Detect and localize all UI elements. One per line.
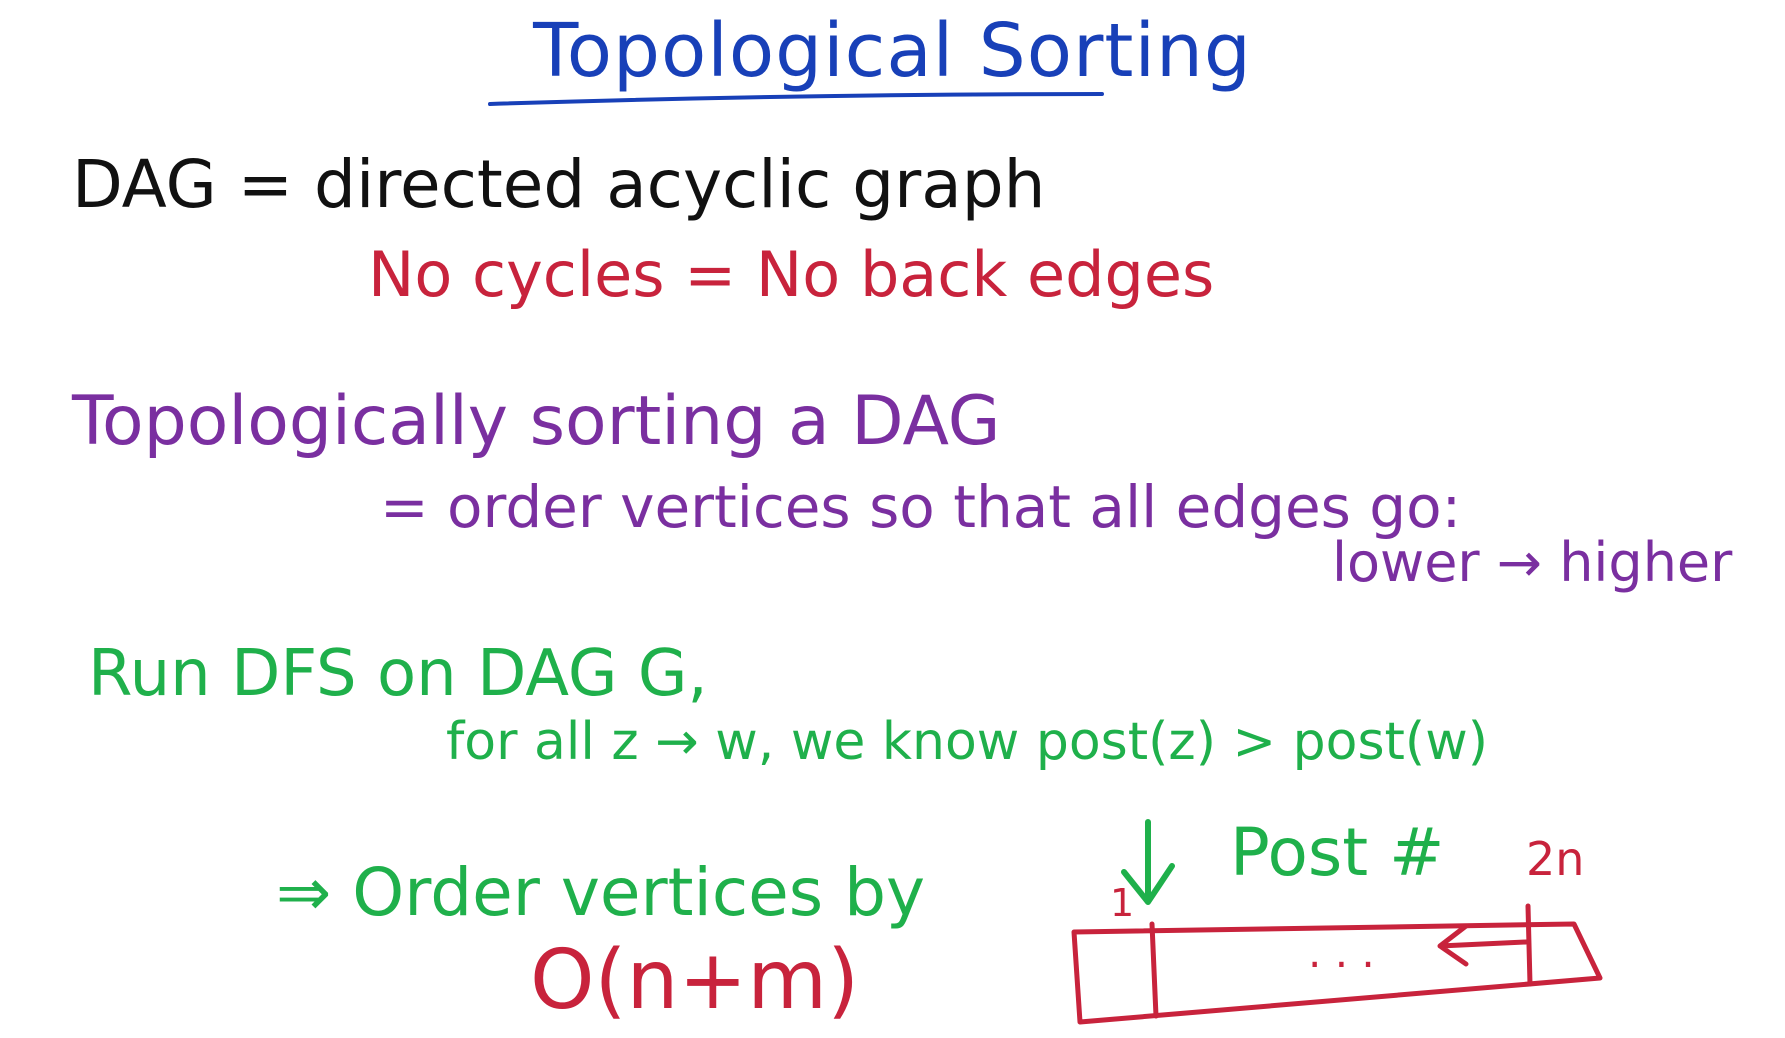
whiteboard: Topological Sorting DAG = directed acycl… <box>0 0 1785 1038</box>
array-ellipsis: . . . <box>1308 928 1375 977</box>
post-number-label: Post # <box>1230 814 1445 891</box>
topo-sort-heading: Topologically sorting a DAG <box>72 382 1001 461</box>
post-order-claim: for all z → w, we know post(z) > post(w) <box>446 712 1489 772</box>
running-time: O(n+m) <box>530 933 860 1028</box>
page-title: Topological Sorting <box>533 8 1252 94</box>
order-by-post: ⇒ Order vertices by <box>276 854 926 931</box>
run-dfs-statement: Run DFS on DAG G, <box>88 637 708 711</box>
dag-definition: DAG = directed acyclic graph <box>72 146 1046 223</box>
order-definition: = order vertices so that all edges go: <box>380 473 1462 541</box>
array-right-index: 2n <box>1526 832 1585 886</box>
no-cycles-statement: No cycles = No back edges <box>368 238 1215 311</box>
array-left-index: 1 <box>1110 881 1135 925</box>
lower-higher-note: lower → higher <box>1332 531 1733 594</box>
